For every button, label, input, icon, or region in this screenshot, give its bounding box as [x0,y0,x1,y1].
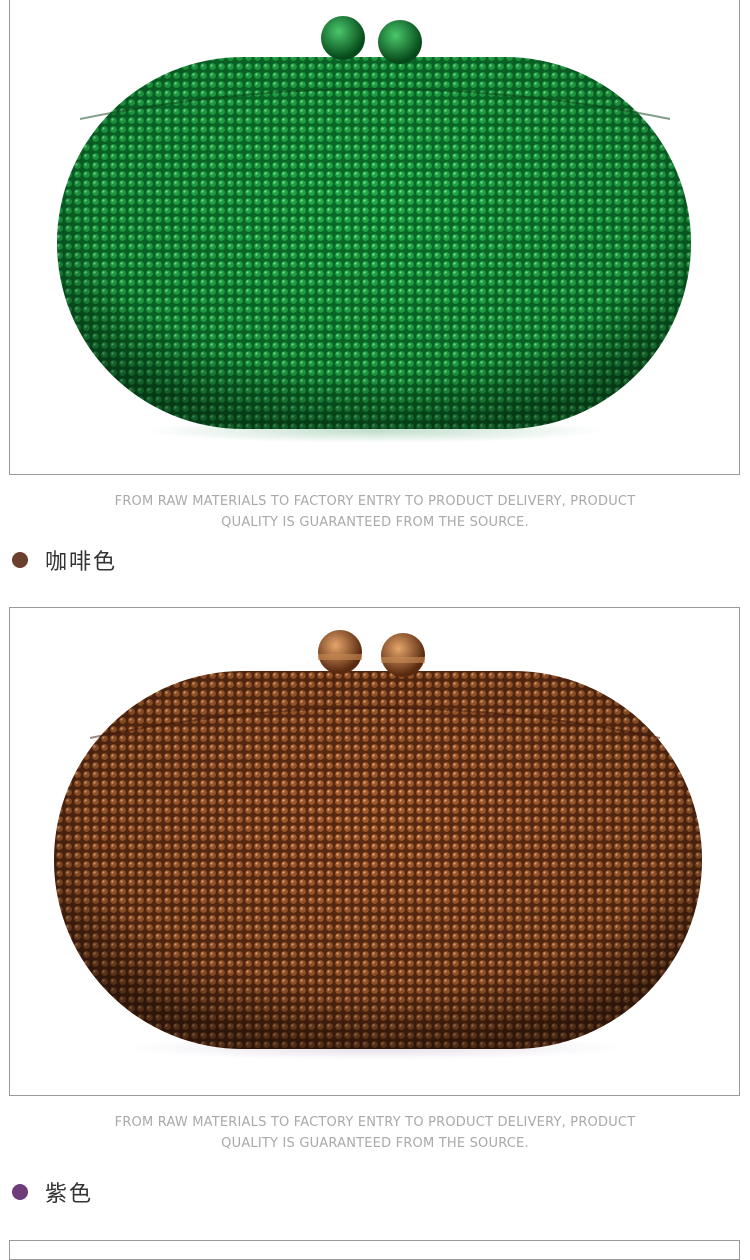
quality-caption-line-2: QUALITY IS GUARANTEED FROM THE SOURCE. [221,1136,529,1151]
color-option-coffee: 咖啡色 [12,545,117,575]
quality-caption-line-1: FROM RAW MATERIALS TO FACTORY ENTRY TO P… [114,1115,636,1130]
product-image-coffee-clutch [9,607,740,1096]
product-image-purple-clutch [9,1240,740,1260]
quality-caption: FROM RAW MATERIALS TO FACTORY ENTRY TO P… [0,1112,750,1154]
quality-caption: FROM RAW MATERIALS TO FACTORY ENTRY TO P… [0,491,750,533]
color-label-purple: 紫色 [45,1182,94,1207]
color-option-purple: 紫色 [12,1177,93,1207]
product-image-green-clutch [9,0,740,475]
coffee-clutch-illustration [54,630,702,1060]
coffee-color-dot [12,552,28,568]
quality-caption-line-2: QUALITY IS GUARANTEED FROM THE SOURCE. [221,515,529,530]
color-label-coffee: 咖啡色 [45,550,118,575]
purple-color-dot [12,1184,28,1200]
green-clutch-illustration [57,16,691,443]
quality-caption-line-1: FROM RAW MATERIALS TO FACTORY ENTRY TO P… [114,494,636,509]
